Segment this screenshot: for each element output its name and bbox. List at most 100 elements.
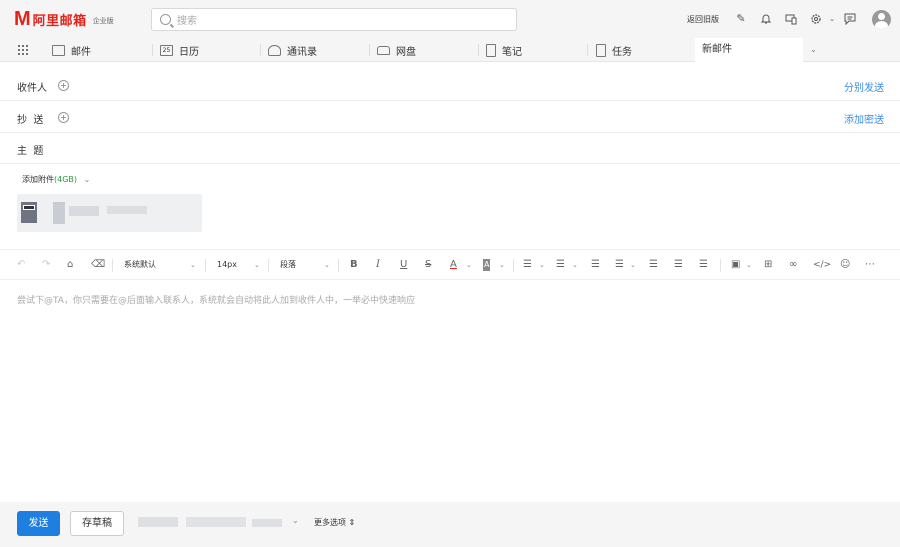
gear-icon[interactable] — [810, 13, 822, 25]
attachment-item[interactable] — [17, 194, 202, 232]
chevron-down-icon: ⌄ — [539, 261, 545, 269]
add-attachment-button[interactable]: 添加附件(4GB) ⌄ — [22, 174, 90, 185]
redo-icon[interactable]: ↷ — [42, 259, 50, 271]
nav-calendar[interactable]: 25 日历 — [160, 42, 199, 58]
indent-icon[interactable]: ☰ — [674, 259, 683, 271]
attachment-name-redacted — [69, 206, 99, 216]
toolbar-divider — [205, 259, 206, 272]
bold-icon[interactable]: B — [350, 259, 358, 271]
logo-edition: 企业版 — [92, 16, 114, 25]
underline-icon[interactable]: U — [400, 259, 407, 271]
search-input[interactable]: 搜索 — [151, 8, 517, 31]
contacts-icon — [268, 44, 281, 56]
nav-calendar-label: 日历 — [179, 46, 199, 58]
document-file-icon — [21, 202, 37, 223]
nav-mail[interactable]: 邮件 — [52, 42, 91, 58]
nav-notes-label: 笔记 — [502, 46, 522, 58]
tab-new-mail[interactable]: 新邮件 — [695, 38, 803, 62]
chevron-down-icon[interactable]: ⌄ — [292, 516, 299, 525]
more-icon[interactable]: ⋯ — [865, 259, 875, 271]
chevron-down-icon: ⌄ — [83, 175, 91, 184]
chevron-down-icon[interactable]: ⌄ — [826, 13, 838, 25]
font-size-select[interactable]: 14px — [217, 259, 237, 271]
outdent-icon[interactable]: ☰ — [699, 259, 708, 271]
bullet-list-icon[interactable]: ☰ — [523, 259, 532, 271]
font-family-select[interactable]: 系统默认 — [124, 259, 156, 271]
compose-footer: 发送 存草稿 ⌄ 更多选项 ⇕ — [0, 502, 900, 547]
apps-grid-icon[interactable] — [17, 44, 28, 55]
strikethrough-icon[interactable]: S — [425, 259, 431, 271]
nav-divider — [260, 44, 261, 56]
undo-icon[interactable]: ↶ — [17, 259, 25, 271]
emoji-icon[interactable]: ☺ — [840, 259, 850, 271]
avatar[interactable] — [872, 10, 891, 29]
feedback-icon[interactable] — [844, 13, 856, 26]
pen-icon[interactable]: ✎ — [735, 13, 747, 25]
table-icon[interactable]: ⊞ — [764, 259, 772, 271]
font-color-icon[interactable]: A — [450, 259, 457, 271]
format-painter-icon[interactable]: ⌂ — [67, 259, 73, 271]
compose-window: M 阿里邮箱 企业版 搜索 返回旧版 ✎ ⌄ 邮件 25 日历 通讯录 网盘 笔… — [0, 0, 900, 547]
cc-field[interactable]: 抄 送 添加密送 — [0, 102, 900, 133]
add-bcc-link[interactable]: 添加密送 — [844, 111, 884, 126]
nav-drive-label: 网盘 — [396, 46, 416, 58]
drive-icon — [377, 45, 390, 55]
code-icon[interactable]: </> — [813, 259, 831, 271]
nav-divider — [152, 44, 153, 56]
chevron-down-icon[interactable]: ⌄ — [810, 45, 817, 54]
add-cc-icon[interactable] — [58, 112, 69, 123]
chevron-down-icon: ⌄ — [190, 261, 196, 269]
sender-address-redacted — [186, 517, 246, 527]
toolbar-divider — [720, 259, 721, 272]
nav-contacts[interactable]: 通讯录 — [268, 42, 317, 58]
paragraph-select[interactable]: 段落 — [280, 259, 296, 271]
align-left-icon[interactable]: ☰ — [615, 259, 624, 271]
more-options-button[interactable]: 更多选项 ⇕ — [314, 517, 355, 528]
calendar-icon: 25 — [160, 44, 173, 56]
chevron-down-icon: ⌄ — [746, 261, 752, 269]
separate-send-link[interactable]: 分别发送 — [844, 79, 884, 94]
image-icon[interactable]: ▣ — [731, 259, 740, 271]
toolbar-divider — [513, 259, 514, 272]
toolbar-divider — [112, 259, 113, 272]
devices-icon[interactable] — [785, 13, 797, 25]
sort-arrows-icon: ⇕ — [348, 518, 356, 527]
sender-address-redacted — [138, 517, 178, 527]
subject-field[interactable]: 主 题 — [0, 133, 900, 164]
logo-mark: M — [14, 8, 31, 30]
chevron-down-icon: ⌄ — [630, 261, 636, 269]
italic-icon[interactable]: I — [376, 259, 380, 271]
cc-label: 抄 送 — [17, 115, 44, 126]
sender-address-redacted — [252, 519, 282, 527]
line-height-icon[interactable]: ☰ — [591, 259, 600, 271]
bell-icon[interactable] — [760, 13, 772, 25]
chevron-down-icon: ⌄ — [324, 261, 330, 269]
chevron-down-icon: ⌄ — [254, 261, 260, 269]
link-icon[interactable]: ∞ — [789, 259, 797, 271]
nav-notes[interactable]: 笔记 — [486, 42, 522, 58]
nav-tasks[interactable]: 任务 — [596, 42, 632, 58]
highlight-color-icon[interactable]: A — [483, 259, 491, 271]
add-recipient-icon[interactable] — [58, 80, 69, 91]
nav-contacts-label: 通讯录 — [287, 46, 317, 58]
toolbar-divider — [268, 259, 269, 272]
save-draft-button[interactable]: 存草稿 — [70, 511, 124, 536]
mail-icon — [52, 44, 65, 56]
add-attachment-label: 添加附件 — [22, 175, 54, 184]
to-label: 收件人 — [17, 83, 47, 94]
eraser-icon[interactable]: ⌫ — [91, 259, 105, 271]
editor-placeholder[interactable]: 尝试下@TA，你只需要在@后面输入联系人，系统就会自动将此人加到收件人中，一举必… — [17, 293, 415, 306]
to-field[interactable]: 收件人 分别发送 — [0, 70, 900, 101]
tasks-icon — [596, 43, 606, 57]
nav-mail-label: 邮件 — [71, 46, 91, 58]
search-placeholder: 搜索 — [177, 16, 197, 27]
chevron-down-icon: ⌄ — [572, 261, 578, 269]
numbered-list-icon[interactable]: ☰ — [556, 259, 565, 271]
nav-drive[interactable]: 网盘 — [377, 42, 416, 58]
align-justify-icon[interactable]: ☰ — [649, 259, 658, 271]
send-button[interactable]: 发送 — [17, 511, 60, 536]
more-options-label: 更多选项 — [314, 518, 346, 527]
logo[interactable]: M 阿里邮箱 企业版 — [14, 9, 114, 29]
subject-label: 主 题 — [17, 146, 44, 157]
return-old-version-link[interactable]: 返回旧版 — [687, 14, 719, 25]
